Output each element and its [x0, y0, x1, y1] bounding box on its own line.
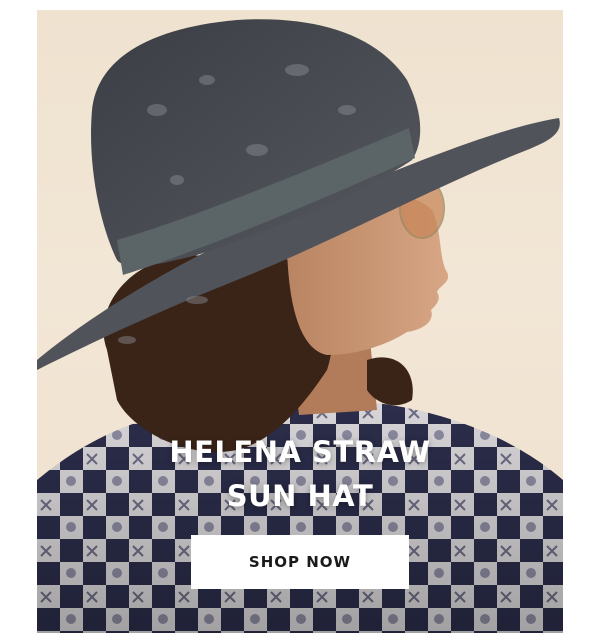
headline-line-1: HELENA STRAW — [169, 435, 431, 469]
promo-banner[interactable]: HELENA STRAW SUN HAT SHOP NOW — [37, 10, 563, 633]
promo-headline: HELENA STRAW SUN HAT — [37, 430, 563, 518]
shop-now-button[interactable]: SHOP NOW — [191, 535, 409, 589]
headline-line-2: SUN HAT — [226, 479, 374, 513]
